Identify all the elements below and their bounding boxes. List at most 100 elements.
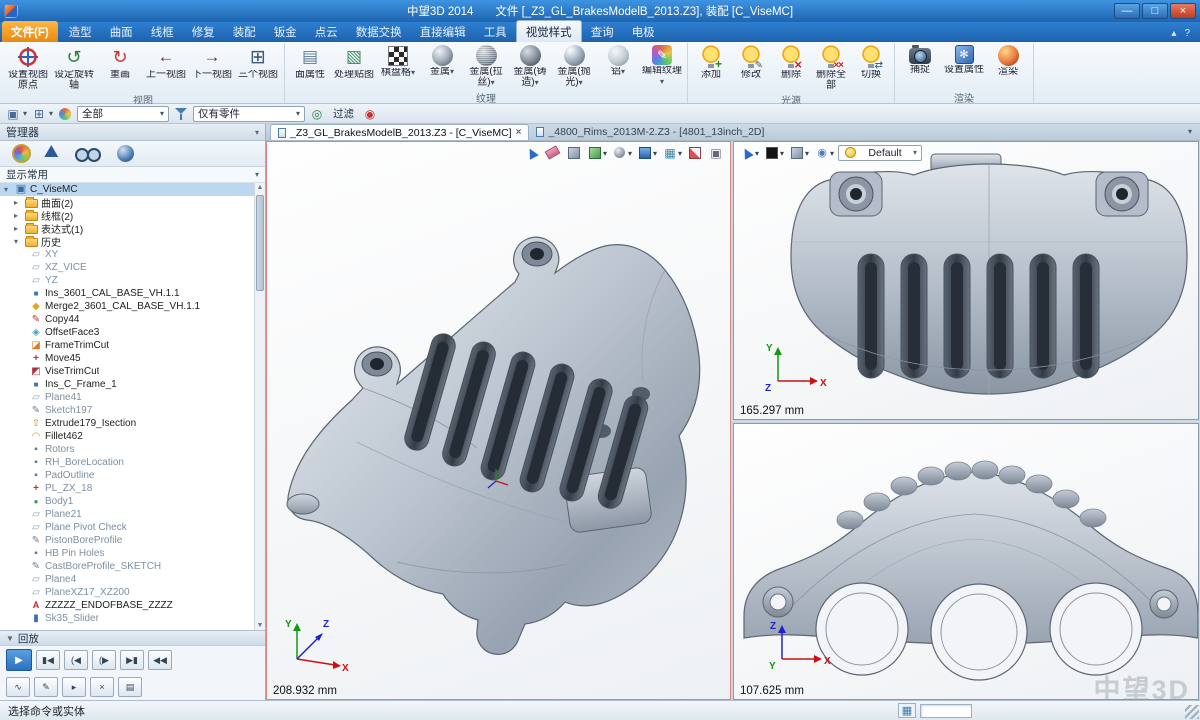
viewport-tool-button[interactable] — [763, 144, 786, 161]
ribbon-button[interactable]: 删除▾ — [771, 43, 811, 82]
replay-button[interactable]: ◀◀ — [148, 650, 172, 670]
ribbon-button[interactable]: 铝▾ — [596, 43, 640, 79]
history-item[interactable]: Extrude179_Isection — [0, 417, 254, 430]
filter-funnel-icon[interactable] — [173, 106, 189, 122]
menu-tab[interactable]: 点云 — [306, 21, 347, 42]
history-item[interactable]: Ins_3601_CAL_BASE_VH.1.1 — [0, 287, 254, 300]
viewport-tool-button[interactable] — [661, 144, 684, 161]
menu-tab[interactable]: 数据交换 — [347, 21, 411, 42]
history-item[interactable]: ZZZZZ_ENDOFBASE_ZZZZ — [0, 599, 254, 612]
history-item[interactable]: Plane21 — [0, 508, 254, 521]
menu-tab[interactable]: 钣金 — [265, 21, 306, 42]
history-item[interactable]: CastBoreProfile_SKETCH — [0, 560, 254, 573]
replay-tool-button[interactable]: ▸ — [62, 677, 86, 697]
ribbon-button[interactable]: 修改▾ — [731, 43, 771, 82]
viewport-tool-button[interactable] — [686, 144, 705, 161]
color-palette-icon[interactable] — [57, 106, 73, 122]
ribbon-button[interactable]: 处理贴图▾ — [332, 43, 376, 82]
replay-button[interactable]: ▮◀ — [36, 650, 60, 670]
replay-tool-button[interactable]: ∿ — [6, 677, 30, 697]
dropdown-caret-icon[interactable]: ▾ — [23, 109, 27, 118]
ribbon-button[interactable]: 编辑纹理▾ — [640, 43, 684, 88]
maximize-button[interactable]: □ — [1142, 3, 1168, 19]
scroll-up-icon[interactable]: ▲ — [257, 184, 264, 191]
history-item[interactable]: Body1 — [0, 495, 254, 508]
history-item[interactable]: HB Pin Holes — [0, 547, 254, 560]
viewport-tool-button[interactable] — [738, 144, 761, 161]
viewport-tool-button[interactable] — [813, 144, 836, 161]
expand-arrow-icon[interactable]: ▸ — [14, 224, 22, 233]
history-manager-icon[interactable] — [47, 147, 59, 161]
ribbon-button[interactable]: 重画▾ — [97, 43, 143, 82]
ribbon-button[interactable]: 棋盘格▾ — [376, 43, 420, 80]
minimize-button[interactable]: — — [1114, 3, 1140, 19]
expand-arrow-icon[interactable]: ▾ — [14, 237, 22, 246]
replay-header[interactable]: ▼ 回放 — [0, 631, 265, 646]
tree-folder[interactable]: ▾ 历史 — [0, 235, 254, 248]
visual-manager-icon[interactable] — [75, 148, 101, 160]
main-viewport[interactable]: Y Z X 208.932 mm — [266, 141, 731, 700]
ribbon-button[interactable]: 金属(铸造)▾ — [508, 43, 552, 89]
tree-folder[interactable]: ▸ 曲面(2) — [0, 196, 254, 209]
viewport-tool-button[interactable] — [544, 144, 563, 161]
ribbon-button[interactable]: 添加▾ — [691, 43, 731, 82]
ribbon-button[interactable]: 设置属性▾ — [942, 43, 986, 77]
history-item[interactable]: Plane41 — [0, 391, 254, 404]
history-item[interactable]: ViseTrimCut — [0, 365, 254, 378]
display-filter-select[interactable]: 仅有零件▾ — [193, 106, 305, 122]
ribbon-button[interactable]: 金属▾ — [420, 43, 464, 79]
tree-filter-bar[interactable]: 显示常用 ▾ — [0, 167, 265, 183]
viewport-tool-button[interactable] — [611, 144, 634, 161]
document-tab[interactable]: _4800_Rims_2013M-2.Z3 - [4801_13inch_2D] — [529, 124, 775, 140]
panel-toggle-icon[interactable] — [5, 106, 21, 122]
resize-grip[interactable] — [1185, 705, 1199, 719]
replay-button[interactable]: ▶▮ — [120, 650, 144, 670]
dropdown-caret-icon[interactable]: ▾ — [255, 128, 259, 137]
viewport-tool-button[interactable] — [523, 144, 542, 161]
history-item[interactable]: PL_ZX_18 — [0, 482, 254, 495]
replay-button[interactable]: ▶ — [6, 649, 32, 671]
dropdown-caret-icon[interactable]: ▾ — [255, 170, 259, 179]
front-view-viewport[interactable]: Default ▾ Y Z X 165.297 mm — [733, 141, 1199, 420]
view-layout-icon[interactable] — [31, 106, 47, 122]
ribbon-button[interactable]: 金属(拉丝)▾ — [464, 43, 508, 89]
viewport-tool-button[interactable] — [586, 144, 609, 161]
viewport-tool-button[interactable] — [565, 144, 584, 161]
replay-button[interactable]: (▶ — [92, 650, 116, 670]
assembly-manager-icon[interactable] — [12, 144, 31, 163]
history-item[interactable]: XZ_VICE — [0, 261, 254, 274]
tab-list-caret-icon[interactable]: ▾ — [1182, 127, 1198, 136]
history-item[interactable]: FrameTrimCut — [0, 339, 254, 352]
menu-tab[interactable]: 查询 — [582, 21, 623, 42]
tree-folder[interactable]: ▸ 线框(2) — [0, 209, 254, 222]
pin-icon[interactable] — [362, 106, 378, 122]
target-icon[interactable] — [309, 106, 325, 122]
ribbon-button[interactable]: 渲染▾ — [986, 43, 1030, 79]
ribbon-button[interactable]: 下一视图▾ — [189, 43, 235, 82]
history-item[interactable]: Sketch197 — [0, 404, 254, 417]
ribbon-button[interactable]: 删除全部▾ — [811, 43, 851, 92]
history-item[interactable]: OffsetFace3 — [0, 326, 254, 339]
history-item[interactable]: PistonBoreProfile — [0, 534, 254, 547]
history-item[interactable]: RH_BoreLocation — [0, 456, 254, 469]
snap-grid-icon[interactable] — [898, 703, 916, 718]
menu-tab[interactable]: 电极 — [623, 21, 664, 42]
top-view-viewport[interactable]: Z Y X 107.625 mm 中望3D — [733, 423, 1199, 700]
menu-tab[interactable]: 视觉样式 — [516, 20, 582, 42]
menu-tab[interactable]: 修复 — [183, 21, 224, 42]
menu-tab[interactable]: 装配 — [224, 21, 265, 42]
ribbon-button[interactable]: 金属(抛光)▾ — [552, 43, 596, 89]
ribbon-button[interactable]: 切换▾ — [851, 43, 891, 82]
history-item[interactable]: Merge2_3601_CAL_BASE_VH.1.1 — [0, 300, 254, 313]
ribbon-button[interactable]: 设定旋转轴▾ — [51, 43, 97, 92]
ribbon-button[interactable]: 面属性▾ — [288, 43, 332, 82]
tree-folder[interactable]: ▸ 表达式(1) — [0, 222, 254, 235]
ribbon-button[interactable]: 三个视图▾ — [235, 43, 281, 82]
menu-tab[interactable]: 文件(F) — [2, 21, 58, 42]
ribbon-button[interactable]: 上一视图▾ — [143, 43, 189, 82]
expand-arrow-icon[interactable]: ▾ — [4, 185, 12, 194]
tab-close-icon[interactable]: × — [516, 127, 522, 138]
ribbon-button[interactable]: 捕捉▾ — [898, 43, 942, 77]
history-item[interactable]: Copy44 — [0, 313, 254, 326]
scrollbar-thumb[interactable] — [256, 195, 264, 291]
